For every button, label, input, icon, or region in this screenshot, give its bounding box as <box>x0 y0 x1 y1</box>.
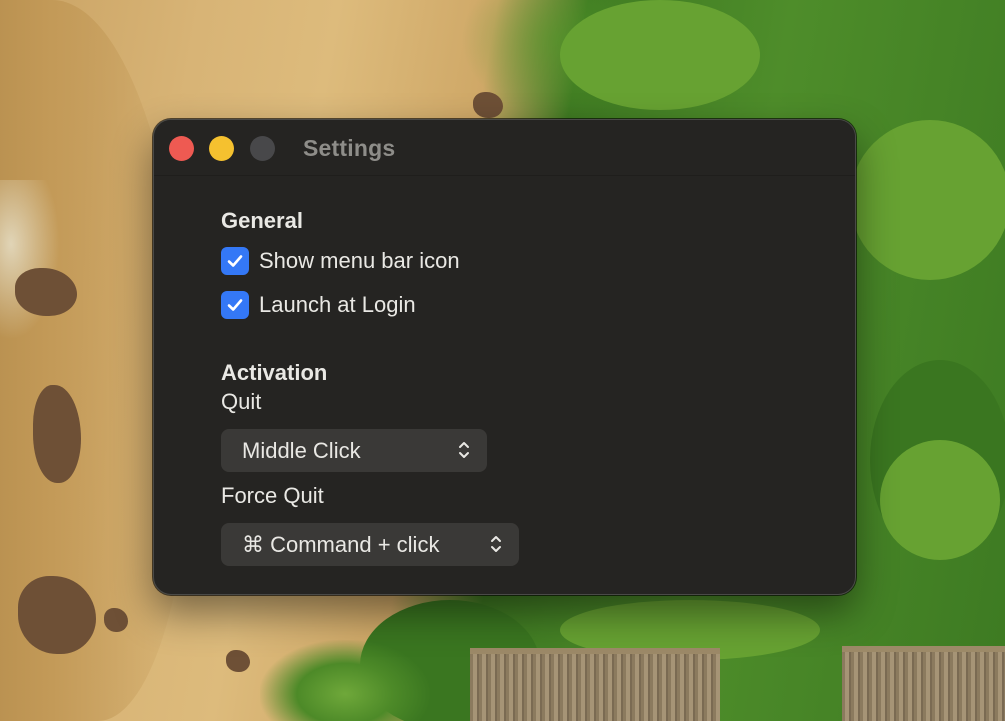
wallpaper-foam <box>0 180 60 340</box>
activation-heading: Activation <box>221 360 328 385</box>
general-heading: General <box>221 208 303 233</box>
launch-at-login-row[interactable]: Launch at Login <box>221 291 416 319</box>
wallpaper-palm <box>260 640 430 721</box>
wallpaper-trees <box>880 440 1000 560</box>
show-menu-bar-icon-row[interactable]: Show menu bar icon <box>221 247 460 275</box>
settings-content: General Show menu bar icon Launch at Log… <box>221 120 855 594</box>
wallpaper-rock <box>226 650 250 672</box>
wallpaper-rock <box>104 608 128 632</box>
force-quit-label: Force Quit <box>221 483 324 508</box>
checkmark-icon <box>227 255 243 267</box>
quit-popup-button[interactable]: Middle Click <box>221 429 487 472</box>
wallpaper-trees <box>560 0 760 110</box>
settings-window: Settings General Show menu bar icon Laun… <box>153 119 856 595</box>
show-menu-bar-icon-label[interactable]: Show menu bar icon <box>259 248 460 274</box>
wallpaper-hut <box>470 648 720 721</box>
force-quit-popup-button[interactable]: ⌘ Command + click <box>221 523 519 566</box>
launch-at-login-label[interactable]: Launch at Login <box>259 292 416 318</box>
launch-at-login-checkbox[interactable] <box>221 291 249 319</box>
show-menu-bar-icon-checkbox[interactable] <box>221 247 249 275</box>
quit-selected-value: Middle Click <box>242 437 361 463</box>
force-quit-selected-value: ⌘ Command + click <box>242 531 440 557</box>
wallpaper-hut <box>842 646 1005 721</box>
wallpaper-trees <box>850 120 1005 280</box>
wallpaper-rock <box>473 92 503 118</box>
quit-label: Quit <box>221 389 262 414</box>
checkmark-icon <box>227 299 243 311</box>
updown-chevron-icon <box>459 442 469 458</box>
close-button[interactable] <box>169 136 194 161</box>
updown-chevron-icon <box>491 536 501 552</box>
